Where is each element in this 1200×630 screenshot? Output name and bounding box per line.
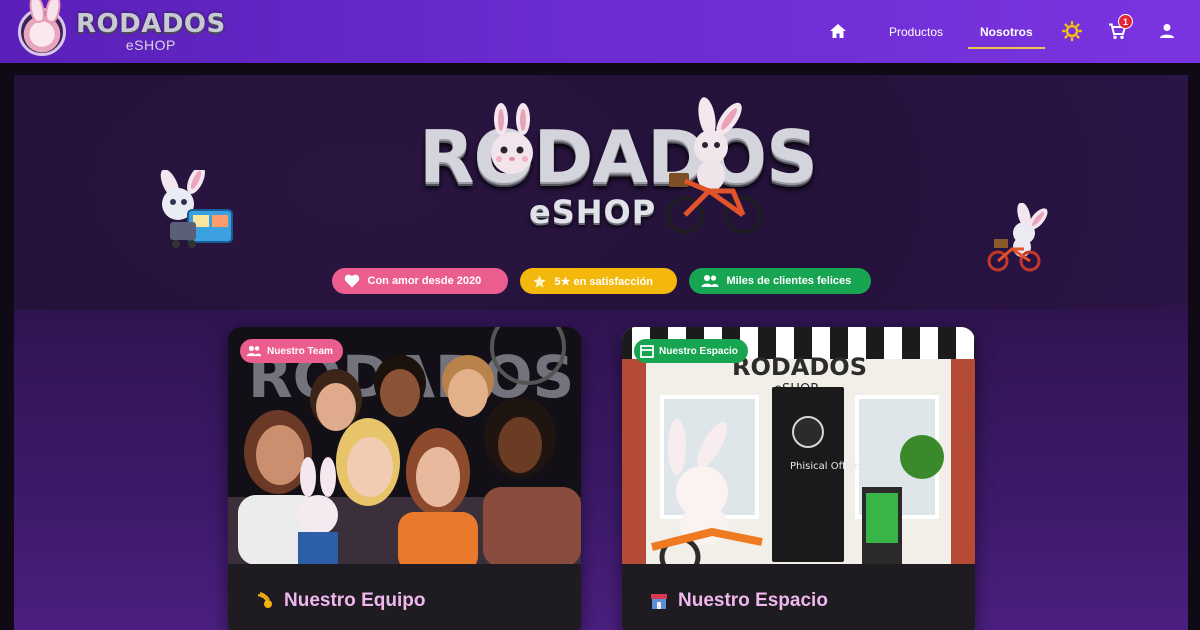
bunny-logo-icon [491,103,533,174]
pill-love-label: Con amor desde 2020 [367,275,482,287]
user-icon [1160,24,1174,38]
door-text: Phisical Office [790,461,860,472]
group-icon [246,345,262,357]
comet-icon [257,592,272,608]
nav-link-productos[interactable]: Productos [889,0,943,63]
hero-logo-subtitle: eSHOP [529,193,657,231]
hero-highlights: Con amor desde 2020 5★ en satisfacción M… [14,268,1188,294]
brand-subtitle: eSHOP [125,37,176,53]
account-button[interactable] [1152,16,1182,46]
team-card-title: Nuestro Equipo [256,590,425,612]
brand-name: RODADOS [76,9,226,39]
bunny-cart-icon [160,170,233,248]
brand-logo[interactable]: RODADOS eSHOP [18,0,226,63]
heart-icon [344,274,359,288]
team-card-title-text: Nuestro Equipo [284,590,426,611]
people-icon [701,275,718,287]
team-card[interactable]: RODADOS [228,327,581,630]
pill-love: Con amor desde 2020 [331,268,508,294]
space-card-title: Nuestro Espacio [650,590,828,612]
team-card-tag-label: Nuestro Team [267,345,333,357]
home-button[interactable] [823,16,853,46]
brand-wordmark: RODADOS eSHOP [76,11,226,52]
storefront-icon [640,344,654,358]
hero-logo: RODADOS eSHOP [419,97,818,245]
pill-clients-label: Miles de clientes felices [726,275,852,287]
pill-clients: Miles de clientes felices [688,268,871,294]
store-sign: RODADOS [732,353,867,381]
space-card-tag-label: Nuestro Espacio [659,345,738,357]
nav-link-nosotros[interactable]: Nosotros [968,0,1045,63]
store-icon [651,594,667,609]
bunny-avatar-icon [18,7,66,56]
theme-toggle-button[interactable] [1057,16,1087,46]
pill-satisfaction: 5★ en satisfacción [519,268,677,294]
team-card-tag: Nuestro Team [240,339,343,363]
top-navbar: RODADOS eSHOP Productos Nosotros 1 [0,0,1200,63]
bunny-bike-icon [987,203,1048,272]
space-card-body: Nuestro Espacio [622,564,975,630]
cart-count-badge: 1 [1118,14,1133,29]
hero-lower-gradient [14,310,1188,630]
space-card-title-text: Nuestro Espacio [678,590,828,611]
space-card-tag: Nuestro Espacio [634,339,748,363]
cart-button[interactable]: 1 [1102,14,1133,46]
space-card[interactable]: RODADOS eSHOP Phisical Office Nuestro E [622,327,975,630]
home-icon [830,24,846,38]
bunny-bicycle-icon [667,97,762,234]
star-icon [532,274,546,288]
team-card-body: Nuestro Equipo [228,564,581,630]
pill-satisfaction-label: 5★ en satisfacción [554,275,654,288]
sun-icon [1062,21,1082,41]
about-hero: RODADOS eSHOP Con amor desde 2020 5★ en … [14,75,1188,630]
